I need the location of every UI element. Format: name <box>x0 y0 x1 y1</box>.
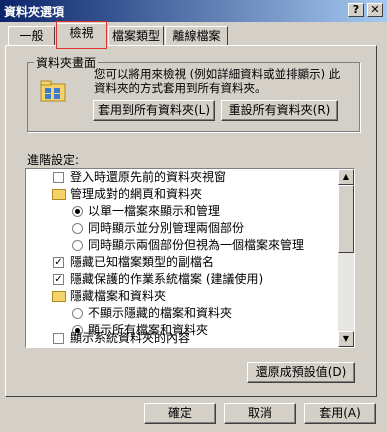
restore-defaults-button[interactable]: 還原成預設值(D) <box>247 362 355 383</box>
tab-file-types[interactable]: 檔案類型 <box>108 26 164 46</box>
reset-all-folders-button[interactable]: 重設所有資料夾(R) <box>221 100 338 121</box>
list-item-label: 顯示系統資料夾的內容 <box>70 331 191 345</box>
checkbox[interactable] <box>53 172 64 183</box>
list-item-label: 隱藏檔案和資料夾 <box>70 289 167 303</box>
apply-to-all-folders-button[interactable]: 套用到所有資料夾(L) <box>93 100 215 121</box>
advanced-settings-list[interactable]: 登入時還原先前的資料夾視窗 管理成對的網頁和資料夾 以單一檔案來顯示和管理 同時… <box>25 168 355 348</box>
folder-icon <box>52 291 66 302</box>
list-item-label: 以單一檔案來顯示和管理 <box>88 204 221 218</box>
list-item-label: 隱藏已知檔案類型的副檔名 <box>70 255 215 269</box>
tab-general[interactable]: 一般 <box>8 26 55 46</box>
arrow-down-icon[interactable]: ▼ <box>338 331 354 347</box>
scrollbar-thumb[interactable] <box>338 185 354 253</box>
ok-button[interactable]: 確定 <box>144 403 216 424</box>
list-item-label: 不顯示隱藏的檔案和資料夾 <box>88 306 233 320</box>
radio-button[interactable] <box>72 206 83 217</box>
advanced-settings-label: 進階設定: <box>27 153 80 167</box>
list-item-label: 登入時還原先前的資料夾視窗 <box>70 170 227 184</box>
radio-button[interactable] <box>72 223 83 234</box>
cancel-button[interactable]: 取消 <box>224 403 296 424</box>
checkbox[interactable]: ✓ <box>53 257 64 268</box>
checkbox[interactable] <box>53 333 64 344</box>
folder-icon <box>52 189 66 200</box>
window-title: 資料夾選項 <box>4 5 65 19</box>
apply-button[interactable]: 套用(A) <box>304 403 376 424</box>
close-button[interactable]: ✕ <box>367 3 383 17</box>
folder-views-group-label: 資料夾畫面 <box>34 54 99 71</box>
radio-button[interactable] <box>72 240 83 251</box>
title-bar: 資料夾選項 ? ✕ <box>0 0 387 22</box>
checkbox[interactable]: ✓ <box>53 274 64 285</box>
radio-button[interactable] <box>72 308 83 319</box>
help-button[interactable]: ? <box>348 3 364 17</box>
folder-options-dialog: 資料夾選項 ? ✕ 一般 檢視 檔案類型 離線檔案 資料夾畫面 您可以將用來檢視… <box>0 0 387 432</box>
list-item-label: 同時顯示並分別管理兩個部份 <box>88 221 245 235</box>
list-item-label: 管理成對的網頁和資料夾 <box>70 187 203 201</box>
list-item-label: 同時顯示兩個部份但視為一個檔案來管理 <box>88 238 305 252</box>
folder-views-description-2: 資料夾的方式套用到所有資料夾。 <box>94 81 267 95</box>
arrow-up-icon[interactable]: ▲ <box>338 169 354 185</box>
vertical-scrollbar[interactable]: ▲ ▼ <box>338 169 354 347</box>
highlight-box <box>56 21 107 49</box>
tab-offline-files[interactable]: 離線檔案 <box>165 26 228 46</box>
folder-views-icon <box>40 80 66 102</box>
list-item-label: 隱藏保護的作業系統檔案 (建議使用) <box>70 272 264 286</box>
